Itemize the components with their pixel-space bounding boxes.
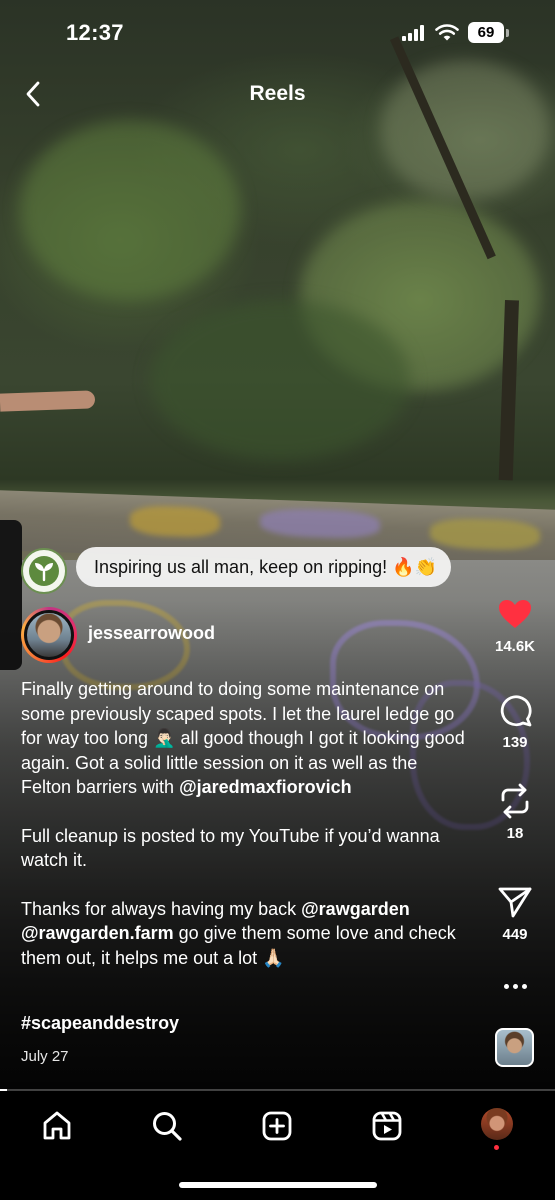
paper-plane-icon [498,887,532,918]
comment-count: 139 [502,734,528,751]
caption-paragraph: Full cleanup is posted to my YouTube if … [21,824,471,873]
home-icon [43,1111,71,1140]
tab-home[interactable] [37,1108,77,1144]
tab-create[interactable] [257,1108,297,1144]
caption-paragraph: Finally getting around to doing some mai… [21,677,471,800]
caption-text: Thanks for always having my back [21,898,302,919]
repost-count: 18 [506,825,524,842]
skater-arm [0,390,96,412]
more-horizontal-icon [503,983,509,989]
hashtag-link[interactable]: #scapeanddestroy [21,1013,179,1034]
share-button[interactable]: 449 [490,884,540,943]
plus-square-icon [262,1111,292,1141]
repost-icon [501,783,529,819]
wifi-icon [435,23,459,40]
pinned-comment[interactable]: Inspiring us all man, keep on ripping! 🔥… [76,547,451,587]
caption[interactable]: Finally getting around to doing some mai… [21,677,471,994]
comment-button[interactable]: 139 [490,692,540,751]
like-count: 14.6K [494,638,536,655]
ledge-paint [130,504,220,538]
foliage-shape [150,300,410,460]
page-title: Reels [249,82,306,105]
caption-paragraph: Thanks for always having my back @rawgar… [21,897,471,971]
battery-tip [506,28,509,37]
comment-icon [500,695,532,727]
author-avatar-image [24,610,74,660]
more-horizontal-icon [512,983,518,989]
heart-filled-icon [499,600,531,628]
ledge-paint [260,507,380,540]
status-icons: 69 [402,22,509,43]
foliage-shape [380,60,550,200]
tab-profile[interactable] [481,1108,513,1140]
mention-link[interactable]: @rawgarden.farm [21,923,174,943]
post-date: July 27 [21,1048,69,1065]
more-options-button[interactable] [498,976,532,996]
audio-thumbnail[interactable] [495,1028,534,1067]
tab-search[interactable] [147,1108,187,1144]
commenter-avatar[interactable] [21,548,67,594]
author-avatar[interactable] [21,607,77,663]
reels-icon [372,1111,402,1141]
notification-dot [494,1145,499,1150]
author-username[interactable]: jessearrowood [88,623,215,644]
caption-text: Full cleanup is posted to my YouTube if … [21,825,440,871]
foliage-shape [20,120,240,300]
mention-link[interactable]: @rawgarden [301,899,410,919]
mention-link[interactable]: @jaredmaxfiorovich [179,777,352,797]
battery-level: 69 [468,22,504,43]
cellular-signal-icon [402,24,424,41]
status-time: 12:37 [66,20,124,45]
home-indicator [179,1182,377,1188]
share-count: 449 [502,926,528,943]
battery-icon: 69 [468,22,509,43]
more-horizontal-icon [521,983,527,989]
tab-reels[interactable] [367,1108,407,1144]
repost-button[interactable]: 18 [490,783,540,842]
like-button[interactable]: 14.6K [490,596,540,655]
sprout-icon [29,556,59,586]
search-icon [153,1112,182,1141]
ledge-paint [430,517,540,552]
